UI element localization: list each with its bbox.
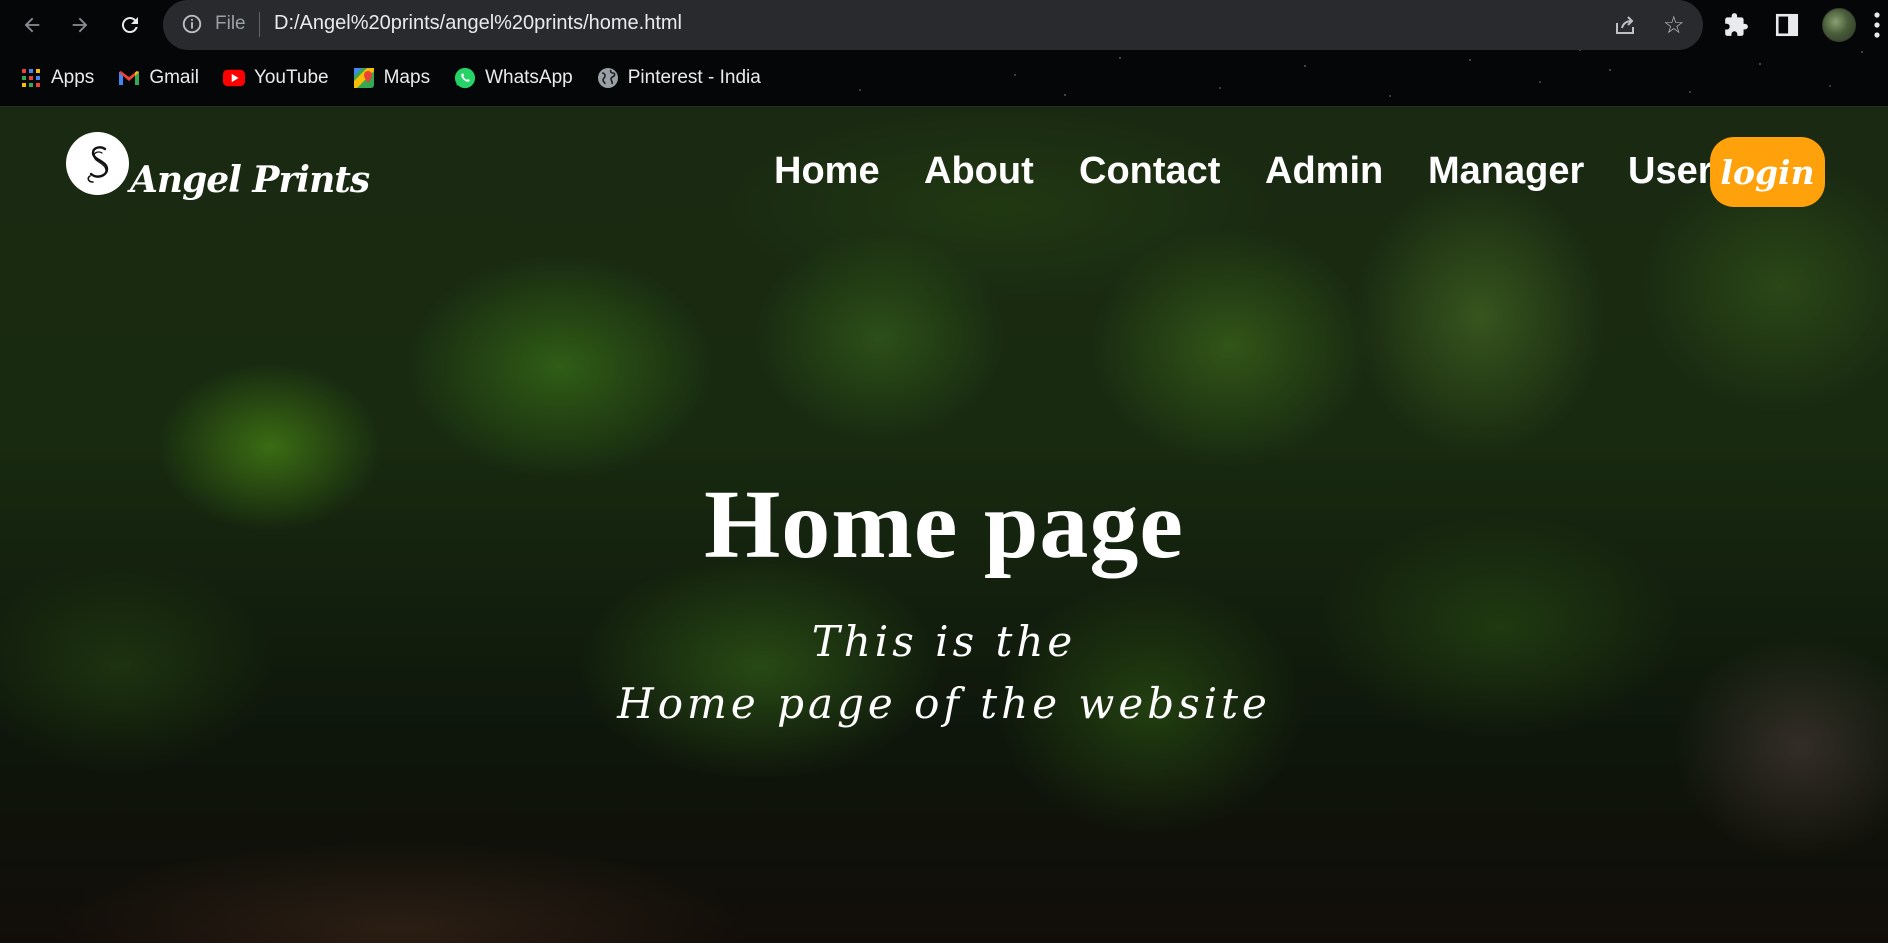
arrow-right-icon xyxy=(72,17,88,33)
browser-chrome: File D:/Angel%20prints/angel%20prints/ho… xyxy=(0,0,1888,107)
nav-about[interactable]: About xyxy=(924,150,1034,193)
youtube-icon xyxy=(222,67,245,89)
apps-grid-icon xyxy=(20,67,42,89)
bookmark-pinterest-india[interactable]: Pinterest - India xyxy=(597,67,761,89)
bookmark-gmail[interactable]: Gmail xyxy=(118,67,199,89)
brand-name[interactable]: Angel Prints xyxy=(130,159,370,201)
nav-contact[interactable]: Contact xyxy=(1079,150,1220,193)
hero-subtitle-line1: This is the xyxy=(811,617,1077,666)
bookmark-label: WhatsApp xyxy=(485,67,573,88)
bookmarks-bar: Apps Gmail YouTube Maps WhatsApp Pintere… xyxy=(0,61,765,95)
globe-icon xyxy=(597,67,619,89)
bookmark-label: Gmail xyxy=(149,67,199,88)
bookmark-label: Maps xyxy=(383,67,431,88)
nav-manager[interactable]: Manager xyxy=(1428,150,1584,193)
omnibox-divider xyxy=(259,12,260,37)
hero-subtitle-line2: Home page of the website xyxy=(617,679,1271,728)
hero-title: Home page xyxy=(704,471,1184,579)
maps-icon xyxy=(353,67,375,89)
bookmark-youtube[interactable]: YouTube xyxy=(222,67,329,89)
nav-admin[interactable]: Admin xyxy=(1265,150,1383,193)
bookmark-label: YouTube xyxy=(253,67,329,88)
nav-home[interactable]: Home xyxy=(774,150,880,193)
arrow-left-icon xyxy=(24,17,40,33)
address-bar[interactable]: File D:/Angel%20prints/angel%20prints/ho… xyxy=(163,0,1703,50)
page-viewport: Angel Prints Home About Contact Admin Ma… xyxy=(0,107,1888,943)
extensions-puzzle-icon[interactable] xyxy=(1723,12,1749,38)
bookmark-maps[interactable]: Maps xyxy=(353,67,430,89)
bookmark-label: Pinterest - India xyxy=(627,67,761,88)
login-button[interactable]: login xyxy=(1710,137,1825,207)
bookmark-apps[interactable]: Apps xyxy=(20,67,94,89)
nav-user[interactable]: User xyxy=(1628,150,1713,193)
forward-button[interactable] xyxy=(62,7,98,43)
gmail-icon xyxy=(118,67,140,89)
logo-monogram-icon xyxy=(87,145,108,183)
reload-button[interactable] xyxy=(112,7,148,43)
site-logo[interactable] xyxy=(66,132,129,195)
back-button[interactable] xyxy=(14,7,50,43)
bookmark-star-icon[interactable]: ☆ xyxy=(1663,11,1685,40)
info-icon[interactable] xyxy=(181,13,203,35)
share-icon[interactable] xyxy=(1613,13,1637,37)
bookmark-label: Apps xyxy=(51,67,95,88)
reload-icon xyxy=(121,17,138,34)
kebab-menu-icon[interactable] xyxy=(1873,10,1881,40)
bookmark-whatsapp[interactable]: WhatsApp xyxy=(454,67,573,89)
scheme-label: File xyxy=(215,13,246,34)
side-panel-icon[interactable] xyxy=(1774,12,1800,38)
whatsapp-icon xyxy=(454,67,476,89)
profile-avatar[interactable] xyxy=(1822,8,1856,42)
url-text[interactable]: D:/Angel%20prints/angel%20prints/home.ht… xyxy=(274,12,682,35)
